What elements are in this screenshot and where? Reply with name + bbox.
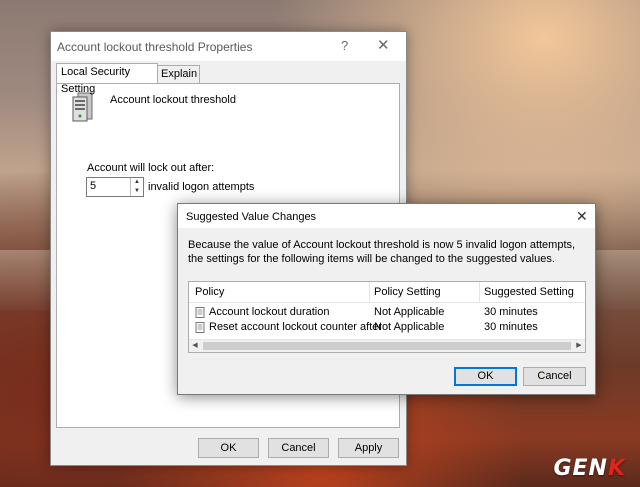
watermark-accent: K [607,456,626,481]
tab-local-security-setting[interactable]: Local Security Setting [56,63,158,95]
row-suggested: 30 minutes [484,306,538,318]
list-header: Policy Policy Setting Suggested Setting [189,282,585,303]
column-suggested-setting[interactable]: Suggested Setting [484,286,574,298]
dialog-titlebar: Suggested Value Changes ✕ [178,204,595,228]
watermark-main: GEN [553,456,608,481]
column-policy-setting[interactable]: Policy Setting [374,286,441,298]
row-suggested: 30 minutes [484,321,538,333]
list-item[interactable]: Reset account lockout counter after Not … [189,321,585,335]
help-button[interactable]: ? [341,38,348,53]
dialog-ok-button[interactable]: OK [454,367,517,386]
attempts-stepper[interactable]: 5 ▲ ▼ [86,177,144,197]
close-button[interactable]: ✕ [377,36,390,54]
stepper-down-icon[interactable]: ▼ [131,187,143,196]
row-policy: Account lockout duration [209,306,330,318]
apply-button[interactable]: Apply [338,438,399,458]
dialog-message: Because the value of Account lockout thr… [188,239,576,265]
row-setting: Not Applicable [374,321,445,333]
dialog-title: Suggested Value Changes [186,211,317,223]
attempts-value[interactable]: 5 [90,180,96,192]
scroll-right-icon[interactable]: ▶ [573,340,585,352]
policy-doc-icon [195,307,206,321]
cancel-button[interactable]: Cancel [268,438,329,458]
suggested-changes-dialog: Suggested Value Changes ✕ Because the va… [177,203,596,395]
list-item[interactable]: Account lockout duration Not Applicable … [189,306,585,320]
dialog-cancel-button[interactable]: Cancel [523,367,586,386]
policy-doc-icon [195,322,206,336]
horizontal-scrollbar[interactable]: ◀ ▶ [189,339,585,352]
scroll-thumb[interactable] [203,342,571,350]
genk-watermark-logo: GENK [553,456,626,481]
policy-list[interactable]: Policy Policy Setting Suggested Setting … [188,281,586,353]
tab-explain[interactable]: Explain [156,65,200,83]
unit-label: invalid logon attempts [148,181,255,193]
scroll-left-icon[interactable]: ◀ [189,340,201,352]
lockout-label: Account will lock out after: [87,162,215,174]
column-divider[interactable] [479,282,480,302]
stepper-up-icon[interactable]: ▲ [131,178,143,187]
ok-button[interactable]: OK [198,438,259,458]
stepper-arrows: ▲ ▼ [130,178,143,196]
dialog-close-button[interactable]: ✕ [576,208,588,225]
row-setting: Not Applicable [374,306,445,318]
properties-titlebar: Account lockout threshold Properties ? ✕ [51,32,406,61]
column-divider[interactable] [369,282,370,302]
column-policy[interactable]: Policy [195,286,224,298]
properties-title: Account lockout threshold Properties [57,40,253,54]
policy-name: Account lockout threshold [110,94,236,106]
row-policy: Reset account lockout counter after [209,321,383,333]
